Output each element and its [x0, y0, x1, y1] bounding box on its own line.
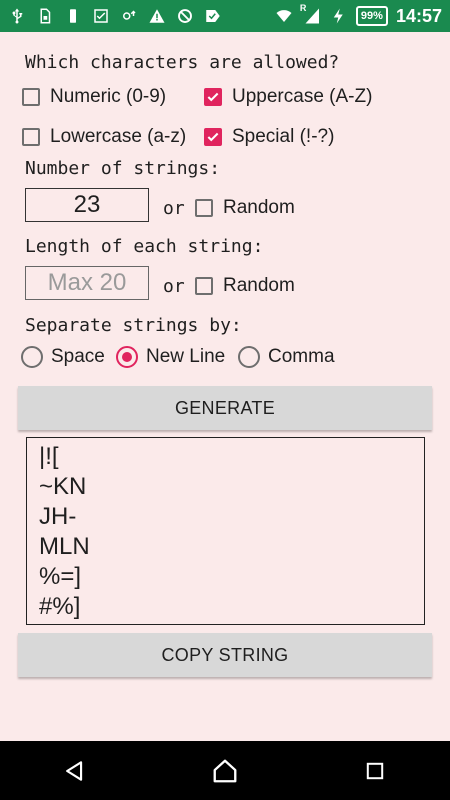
newline-label: New Line [146, 346, 226, 367]
warning-icon [148, 7, 166, 25]
sim-icon [64, 7, 82, 25]
count-heading: Number of strings: [25, 158, 221, 179]
special-checkbox[interactable] [204, 128, 222, 146]
chars-heading: Which characters are allowed? [25, 52, 340, 73]
uppercase-option[interactable]: Uppercase (A-Z) [204, 86, 372, 108]
settings-icon [120, 7, 138, 25]
wifi-icon [272, 7, 296, 25]
separator-space-option[interactable]: Space [21, 346, 105, 368]
separator-heading: Separate strings by: [25, 315, 242, 336]
status-bar: R 99% 14:57 [0, 0, 450, 32]
output-line: #%] [39, 593, 81, 620]
length-heading: Length of each string: [25, 236, 264, 257]
numeric-checkbox[interactable] [22, 88, 40, 106]
lowercase-label: Lowercase (a-z) [50, 126, 187, 147]
navigation-bar [0, 741, 450, 800]
output-line: |![ [39, 443, 59, 470]
numeric-label: Numeric (0-9) [50, 86, 167, 107]
output-line: ~KN [39, 473, 87, 500]
usb-icon [8, 7, 26, 25]
output-line: JH- [39, 503, 77, 530]
count-random-label: Random [223, 197, 295, 218]
lowercase-checkbox[interactable] [22, 128, 40, 146]
length-random-label: Random [223, 275, 295, 296]
output-box[interactable]: |![ ~KN JH- MLN %=] #%] [26, 437, 425, 625]
comma-radio[interactable] [238, 346, 260, 368]
length-or-text: or [163, 276, 185, 297]
special-option[interactable]: Special (!-?) [204, 126, 334, 148]
roaming-indicator: R [299, 3, 307, 13]
file-icon [36, 7, 54, 25]
back-icon[interactable] [60, 756, 90, 786]
special-label: Special (!-?) [232, 126, 335, 147]
length-random-option[interactable]: Random [195, 275, 295, 297]
blocked-icon [176, 7, 194, 25]
separator-comma-option[interactable]: Comma [238, 346, 335, 368]
length-random-checkbox[interactable] [195, 277, 213, 295]
comma-label: Comma [268, 346, 335, 367]
space-radio[interactable] [21, 346, 43, 368]
home-icon[interactable] [210, 756, 240, 786]
length-input[interactable]: Max 20 [25, 266, 149, 300]
recents-icon[interactable] [360, 756, 390, 786]
output-line: MLN [39, 533, 90, 560]
signal-icon: R [300, 3, 322, 25]
uppercase-label: Uppercase (A-Z) [232, 86, 373, 107]
numeric-option[interactable]: Numeric (0-9) [22, 86, 166, 108]
count-input[interactable]: 23 [25, 188, 149, 222]
copy-string-button[interactable]: COPY STRING [18, 633, 432, 677]
count-random-option[interactable]: Random [195, 197, 295, 219]
space-label: Space [51, 346, 105, 367]
check-icon [204, 7, 222, 25]
charging-icon [330, 7, 348, 25]
clock: 14:57 [395, 5, 442, 26]
lowercase-option[interactable]: Lowercase (a-z) [22, 126, 186, 148]
checkbox-icon [92, 7, 110, 25]
count-or-text: or [163, 198, 185, 219]
battery-indicator: 99% [355, 6, 388, 26]
separator-newline-option[interactable]: New Line [116, 346, 225, 368]
newline-radio[interactable] [116, 346, 138, 368]
uppercase-checkbox[interactable] [204, 88, 222, 106]
output-line: %=] [39, 563, 82, 590]
count-random-checkbox[interactable] [195, 199, 213, 217]
generate-button[interactable]: GENERATE [18, 386, 432, 430]
